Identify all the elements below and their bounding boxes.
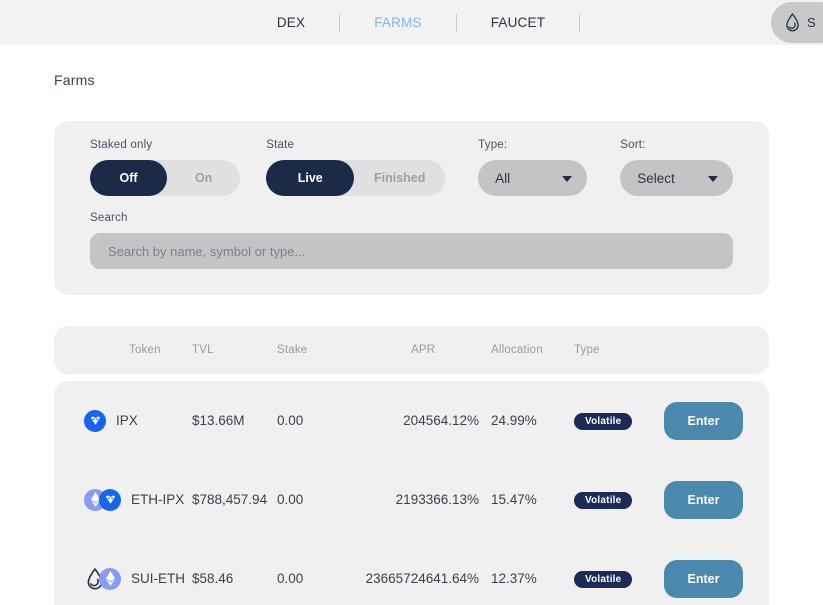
status-badge: Volatile: [574, 492, 632, 509]
type-select[interactable]: All: [478, 160, 587, 196]
cell-stake: 0.00: [277, 571, 365, 586]
token-icons: [84, 410, 106, 432]
cell-allocation: 15.47%: [479, 492, 559, 507]
state-option-finished[interactable]: Finished: [354, 160, 445, 196]
staked-only-label: Staked only: [90, 139, 240, 151]
top-navigation-bar: DEX FARMS FAUCET S: [0, 0, 823, 45]
table-row[interactable]: SUI-ETH $58.460.0023665724641.64%12.37% Vo…: [54, 539, 769, 605]
sort-label: Sort:: [620, 139, 733, 151]
cell-tvl: $13.66M: [192, 413, 277, 428]
state-label: State: [266, 139, 445, 151]
filters-panel: Staked only Off On State Live Finished T…: [54, 121, 769, 295]
main-nav: DEX FARMS FAUCET: [243, 13, 580, 33]
column-header-allocation: Allocation: [479, 344, 559, 356]
token-icons: [84, 489, 121, 511]
cell-action: Enter: [664, 560, 769, 598]
column-header-type: Type: [559, 344, 664, 356]
cell-token: SUI-ETH: [54, 568, 192, 590]
chevron-down-icon: [562, 176, 572, 182]
token-name: ETH-IPX: [131, 492, 184, 507]
cell-tvl: $58.46: [192, 571, 277, 586]
nav-separator: [579, 14, 580, 32]
enter-button[interactable]: Enter: [664, 481, 743, 519]
staked-only-option-off[interactable]: Off: [90, 160, 167, 196]
nav-item-faucet[interactable]: FAUCET: [457, 13, 579, 33]
column-header-token: Token: [54, 344, 192, 356]
state-option-live[interactable]: Live: [266, 160, 354, 196]
ipx-token-icon: [84, 410, 106, 432]
cell-type: Volatile: [559, 491, 664, 509]
eth-token-icon: [99, 568, 121, 590]
column-header-stake: Stake: [277, 344, 365, 356]
cell-stake: 0.00: [277, 413, 365, 428]
staked-only-toggle[interactable]: Off On: [90, 160, 240, 196]
cell-stake: 0.00: [277, 492, 365, 507]
wallet-address: S: [807, 15, 816, 30]
cell-action: Enter: [664, 481, 769, 519]
token-name: SUI-ETH: [131, 571, 185, 586]
filter-sort: Sort: Select: [620, 139, 733, 196]
search-input[interactable]: [90, 233, 733, 269]
cell-type: Volatile: [559, 570, 664, 588]
table-header: Token TVL Stake APR Allocation Type: [54, 326, 769, 374]
cell-tvl: $788,457.94: [192, 492, 277, 507]
cell-type: Volatile: [559, 412, 664, 430]
staked-only-option-on[interactable]: On: [167, 160, 240, 196]
search-label: Search: [90, 212, 733, 224]
enter-button[interactable]: Enter: [664, 402, 743, 440]
ipx-token-icon: [99, 489, 121, 511]
wallet-button[interactable]: S: [771, 2, 823, 43]
table-body: IPX$13.66M0.00204564.12%24.99%VolatileEn…: [54, 381, 769, 605]
cell-apr: 204564.12%: [365, 413, 479, 428]
cell-allocation: 12.37%: [479, 571, 559, 586]
filter-staked-only: Staked only Off On: [90, 139, 240, 196]
cell-allocation: 24.99%: [479, 413, 559, 428]
page-content: Farms Staked only Off On State Live Fini…: [0, 45, 823, 605]
type-select-value: All: [495, 171, 510, 186]
cell-token: IPX: [54, 410, 192, 432]
status-badge: Volatile: [574, 571, 632, 588]
page-title: Farms: [54, 45, 769, 88]
nav-item-dex[interactable]: DEX: [243, 13, 339, 33]
state-toggle[interactable]: Live Finished: [266, 160, 445, 196]
column-header-apr: APR: [365, 344, 479, 356]
filter-state: State Live Finished: [266, 139, 445, 196]
table-row[interactable]: IPX $13.66M0.00204564.12%24.99% Volatile En…: [54, 381, 769, 460]
filters-row: Staked only Off On State Live Finished T…: [90, 139, 733, 196]
filter-type: Type: All: [478, 139, 587, 196]
status-badge: Volatile: [574, 413, 632, 430]
chevron-down-icon: [708, 176, 718, 182]
token-name: IPX: [116, 413, 138, 428]
cell-apr: 23665724641.64%: [365, 571, 479, 586]
search-block: Search: [90, 212, 733, 269]
cell-token: ETH-IPX: [54, 489, 192, 511]
table-row[interactable]: ETH-IPX $788,457.940.002193366.13%15.47% V…: [54, 460, 769, 539]
sort-select-value: Select: [637, 171, 675, 186]
cell-apr: 2193366.13%: [365, 492, 479, 507]
sort-select[interactable]: Select: [620, 160, 733, 196]
token-icons: [84, 568, 121, 590]
column-header-tvl: TVL: [192, 344, 277, 356]
type-label: Type:: [478, 139, 587, 151]
nav-item-farms[interactable]: FARMS: [340, 13, 456, 33]
cell-action: Enter: [664, 402, 769, 440]
sui-droplet-icon: [785, 13, 800, 32]
enter-button[interactable]: Enter: [664, 560, 743, 598]
